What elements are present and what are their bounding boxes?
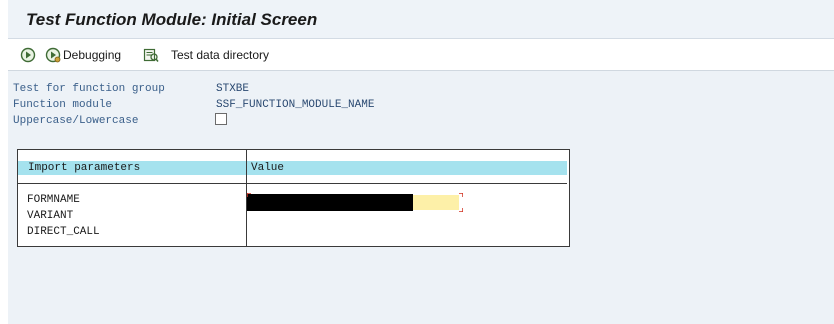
param-name-direct-call: DIRECT_CALL <box>27 226 100 238</box>
direct-call-value-input[interactable] <box>247 226 256 239</box>
function-module-label: Function module <box>13 99 113 111</box>
header-separator <box>18 183 567 184</box>
function-module-value: SSF_FUNCTION_MODULE_NAME <box>216 99 375 111</box>
window-title: Test Function Module: Initial Screen <box>26 10 318 29</box>
case-label: Uppercase/Lowercase <box>13 115 139 127</box>
main-content: Test for function group STXBE Function m… <box>8 70 834 324</box>
function-group-value: STXBE <box>216 83 250 95</box>
execute-icon <box>20 47 36 63</box>
debugging-label: Debugging <box>63 48 122 62</box>
input-corner-top-right <box>459 193 463 197</box>
input-corner-bottom-right <box>459 208 463 212</box>
formname-value-input[interactable] <box>413 195 459 210</box>
application-toolbar: Debugging Test data directory <box>8 39 834 69</box>
param-name-variant: VARIANT <box>27 210 74 222</box>
import-parameters-table: Import parameters Value FORMNAME VARIANT… <box>17 149 570 247</box>
execute-button[interactable] <box>20 45 36 65</box>
case-checkbox[interactable] <box>215 113 227 125</box>
header-import-parameters: Import parameters <box>28 162 141 174</box>
test-data-directory-label: Test data directory <box>171 48 270 62</box>
test-data-directory-icon <box>143 48 159 62</box>
param-name-formname: FORMNAME <box>27 194 80 206</box>
test-data-directory-button[interactable]: Test data directory <box>143 45 269 65</box>
title-bar: Test Function Module: Initial Screen <box>8 0 834 39</box>
header-value: Value <box>251 162 285 174</box>
variant-value-input[interactable] <box>247 211 305 224</box>
debugging-button[interactable]: Debugging <box>45 45 121 65</box>
debug-icon <box>45 47 61 63</box>
function-group-label: Test for function group <box>13 83 165 95</box>
input-corner-top-left <box>247 193 251 197</box>
redacted-value-formname <box>247 194 413 211</box>
